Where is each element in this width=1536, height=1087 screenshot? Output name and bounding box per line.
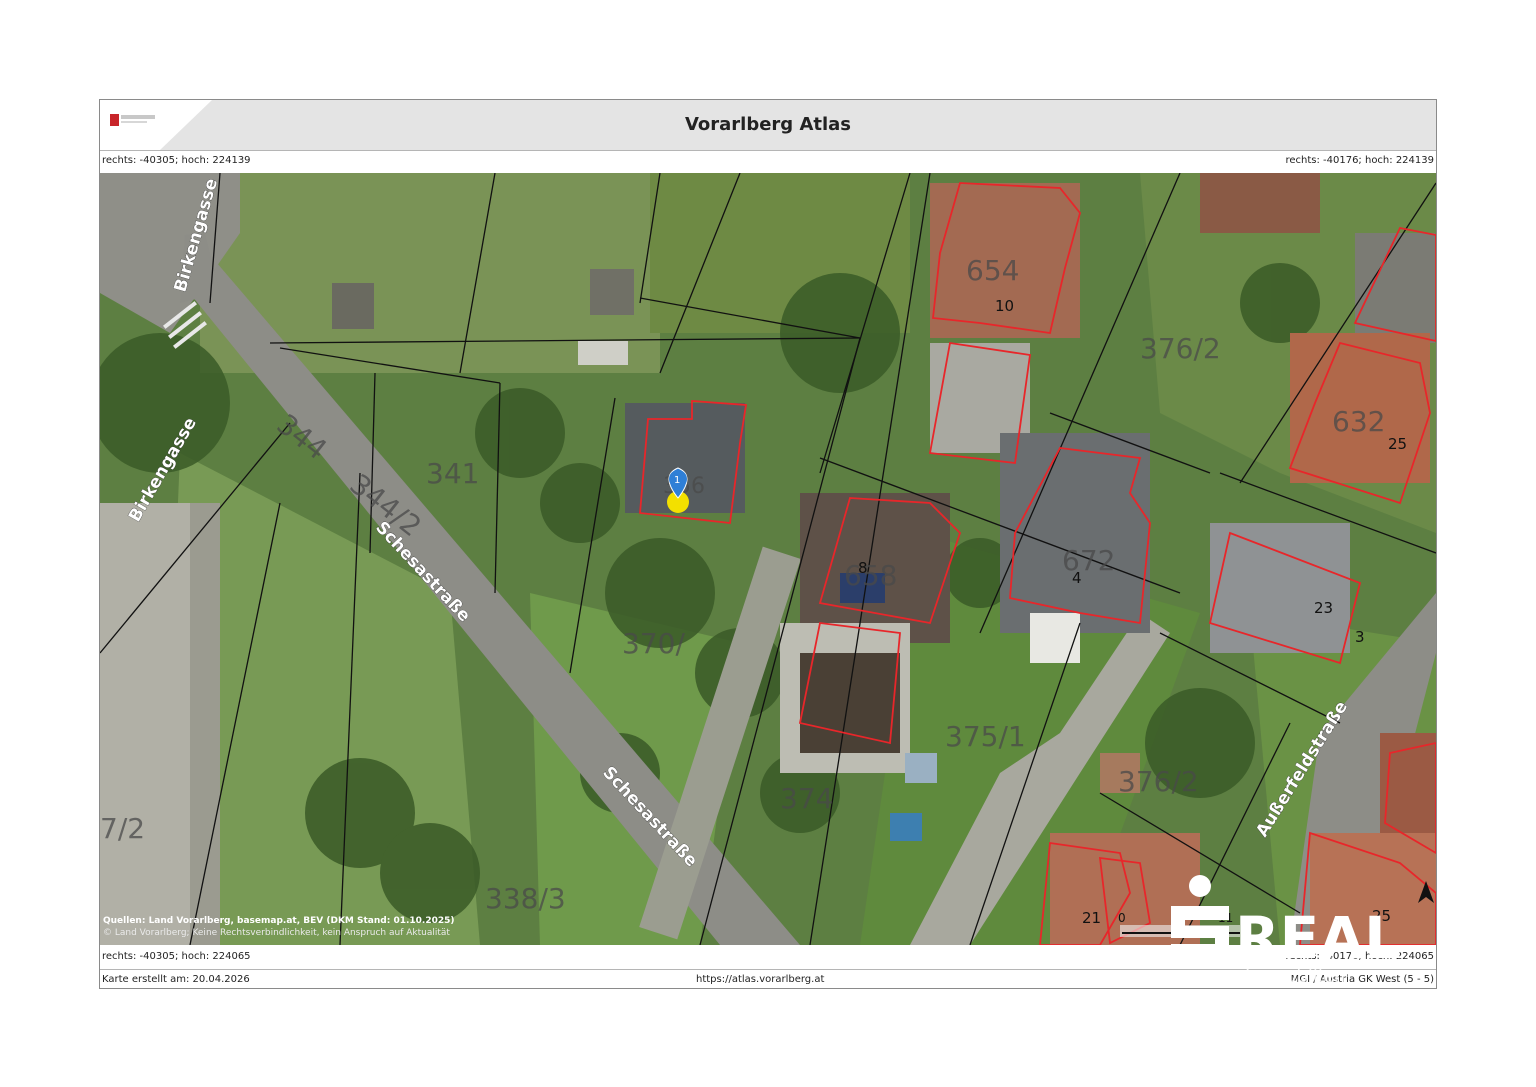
title-bar: Vorarlberg Atlas <box>100 100 1436 151</box>
parcel-label-658: 658 <box>844 559 897 592</box>
parcel-label-375-1: 375/1 <box>945 720 1026 753</box>
coord-top-right: rechts: -40176; hoch: 224139 <box>1285 155 1434 166</box>
svg-text:0: 0 <box>1118 911 1126 925</box>
map-attribution: Quellen: Land Vorarlberg, basemap.at, BE… <box>103 915 455 939</box>
house-number-25: 25 <box>1388 435 1407 453</box>
house-number-4: 4 <box>1072 569 1082 587</box>
brand-name: REAL <box>1235 904 1401 972</box>
parcel-label-338-3: 338/3 <box>485 882 566 915</box>
coord-bottom-left: rechts: -40305; hoch: 224065 <box>102 951 251 962</box>
coord-top-left: rechts: -40305; hoch: 224139 <box>102 155 251 166</box>
attribution-sources: Quellen: Land Vorarlberg, basemap.at, BE… <box>103 916 455 926</box>
house-number-8: 8 <box>858 559 868 577</box>
atlas-url-link[interactable]: https://atlas.vorarlberg.at <box>696 974 824 985</box>
marker-label: 1 <box>674 475 680 486</box>
parcel-label-632: 632 <box>1332 405 1385 438</box>
map-created-date: Karte erstellt am: 20.04.2026 <box>102 974 250 985</box>
aerial-map: Birkengasse Birkengasse Schesastraße Sch… <box>100 173 1436 945</box>
page-title: Vorarlberg Atlas <box>684 114 852 135</box>
house-number-21: 21 <box>1082 909 1101 927</box>
parcel-label-341: 341 <box>426 457 479 490</box>
parcel-label-376-2b: 376/2 <box>1118 765 1199 798</box>
sreal-logo: REAL Immobilien <box>1171 875 1401 987</box>
attribution-disclaimer: © Land Vorarlberg; Keine Rechtsverbindli… <box>103 928 450 938</box>
house-number-23: 23 <box>1314 599 1333 617</box>
parcel-label-370: 370/ <box>622 627 685 660</box>
parcel-label-374: 374 <box>780 782 833 815</box>
map-view[interactable]: Birkengasse Birkengasse Schesastraße Sch… <box>100 173 1436 945</box>
parcel-label-672: 672 <box>1062 544 1115 577</box>
house-number-10: 10 <box>995 297 1014 315</box>
parcel-label-654: 654 <box>966 254 1019 287</box>
parcel-label-376-2: 376/2 <box>1140 332 1221 365</box>
parcel-label-7-2: 7/2 <box>100 812 145 845</box>
top-coordinate-row: rechts: -40305; hoch: 224139 rechts: -40… <box>100 151 1436 171</box>
atlas-print-frame: Vorarlberg Atlas rechts: -40305; hoch: 2… <box>99 99 1437 989</box>
house-number-3: 3 <box>1355 628 1365 646</box>
brand-sub: Immobilien <box>1245 966 1345 987</box>
